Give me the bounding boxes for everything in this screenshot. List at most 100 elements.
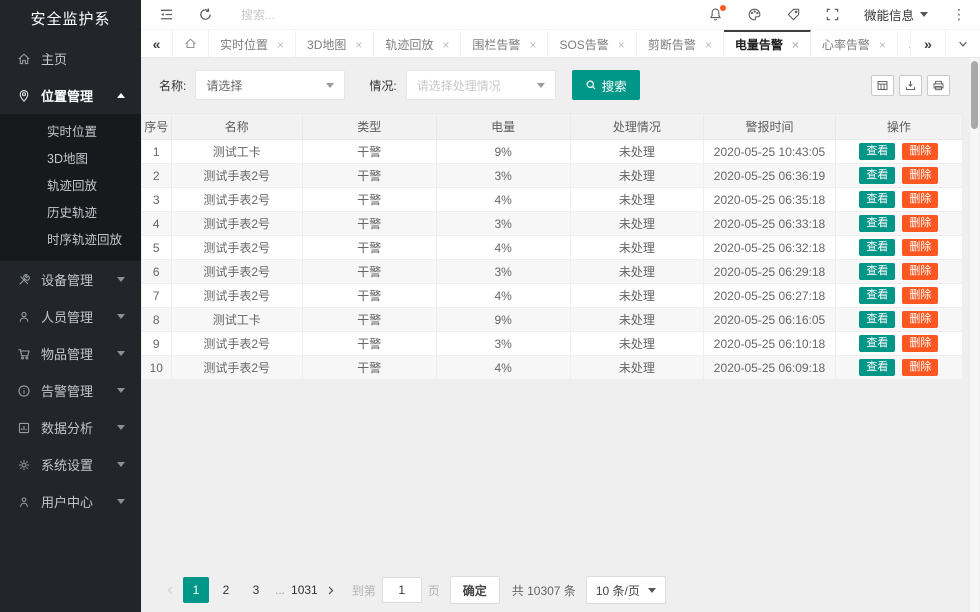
delete-button[interactable]: 删除	[902, 239, 938, 256]
delete-button[interactable]: 删除	[902, 215, 938, 232]
bell-icon[interactable]	[708, 7, 723, 22]
cell-actions: 查看删除	[835, 140, 962, 164]
fullscreen-icon[interactable]	[825, 7, 840, 22]
tab[interactable]: 围栏告警×	[461, 30, 548, 57]
delete-button[interactable]: 删除	[902, 263, 938, 280]
next-page-button[interactable]	[320, 577, 342, 603]
user-dropdown[interactable]: 微能信息	[864, 5, 928, 24]
gear-icon	[17, 458, 31, 472]
cell-battery: 9%	[436, 308, 570, 332]
close-icon[interactable]: ×	[277, 39, 284, 51]
sidebar-item-label: 主页	[41, 49, 125, 68]
confirm-button[interactable]: 确定	[450, 576, 500, 604]
delete-button[interactable]: 删除	[902, 191, 938, 208]
cell-name: 测试手表2号	[171, 212, 302, 236]
tabs-scroll-right-button[interactable]: »	[910, 30, 945, 57]
page-size-select[interactable]: 10 条/页	[586, 576, 666, 604]
prev-page-button[interactable]	[159, 577, 181, 603]
location-icon	[17, 89, 31, 103]
name-filter-value: 请选择	[206, 77, 242, 94]
sidebar-item-track-playback[interactable]: 轨迹回放	[0, 173, 141, 200]
close-icon[interactable]: ×	[879, 39, 886, 51]
sidebar-item-location-mgmt[interactable]: 位置管理	[0, 77, 141, 114]
sidebar-item-history-track[interactable]: 历史轨迹	[0, 200, 141, 227]
sidebar-item-device-mgmt[interactable]: 设备管理	[0, 261, 141, 298]
view-button[interactable]: 查看	[859, 311, 895, 328]
collapse-menu-icon[interactable]	[159, 7, 174, 22]
view-button[interactable]: 查看	[859, 191, 895, 208]
page-number-button[interactable]: 1031	[291, 577, 318, 603]
delete-button[interactable]: 删除	[902, 143, 938, 160]
more-icon[interactable]: ⋮	[952, 6, 966, 23]
jump-page-input[interactable]	[382, 577, 422, 603]
delete-button[interactable]: 删除	[902, 359, 938, 376]
tab[interactable]: 3D地图×	[296, 30, 374, 57]
view-button[interactable]: 查看	[859, 263, 895, 280]
sidebar-item-goods-mgmt[interactable]: 物品管理	[0, 335, 141, 372]
home-tab[interactable]	[173, 30, 209, 57]
view-button[interactable]: 查看	[859, 167, 895, 184]
print-icon[interactable]	[927, 75, 950, 96]
view-button[interactable]: 查看	[859, 215, 895, 232]
sidebar-item-user-center[interactable]: 用户中心	[0, 483, 141, 520]
cell-battery: 3%	[436, 212, 570, 236]
export-icon[interactable]	[899, 75, 922, 96]
sidebar-item-3d-map[interactable]: 3D地图	[0, 146, 141, 173]
cell-time: 2020-05-25 06:16:05	[704, 308, 835, 332]
pagination: 123...1031 到第 页 确定 共 10307 条 10 条/页	[159, 576, 666, 604]
tab[interactable]: 剪断告警×	[637, 30, 724, 57]
tab[interactable]: 心率图×	[898, 30, 910, 57]
close-icon[interactable]: ×	[442, 39, 449, 51]
search-button[interactable]: 搜索	[572, 70, 640, 100]
delete-button[interactable]: 删除	[902, 287, 938, 304]
tag-icon[interactable]	[786, 7, 801, 22]
name-filter-select[interactable]: 请选择	[195, 70, 345, 100]
sidebar-item-system-settings[interactable]: 系统设置	[0, 446, 141, 483]
view-button[interactable]: 查看	[859, 287, 895, 304]
chevron-down-icon	[117, 425, 125, 430]
refresh-icon[interactable]	[198, 7, 213, 22]
status-filter-select[interactable]: 请选择处理情况	[406, 70, 556, 100]
view-button[interactable]: 查看	[859, 239, 895, 256]
page-number-button[interactable]: 3	[243, 577, 269, 603]
sidebar-item-realtime-location[interactable]: 实时位置	[0, 119, 141, 146]
theme-icon[interactable]	[747, 7, 762, 22]
close-icon[interactable]: ×	[705, 39, 712, 51]
view-button[interactable]: 查看	[859, 143, 895, 160]
view-button[interactable]: 查看	[859, 359, 895, 376]
delete-button[interactable]: 删除	[902, 335, 938, 352]
sidebar-item-home[interactable]: 主页	[0, 40, 141, 77]
page-number-button[interactable]: 2	[213, 577, 239, 603]
scrollbar-thumb[interactable]	[971, 61, 978, 129]
sidebar-item-alarm-mgmt[interactable]: 告警管理	[0, 372, 141, 409]
delete-button[interactable]: 删除	[902, 311, 938, 328]
cell-actions: 查看删除	[835, 236, 962, 260]
vertical-scrollbar[interactable]	[970, 58, 979, 612]
search-input[interactable]	[241, 8, 391, 22]
close-icon[interactable]: ×	[529, 39, 536, 51]
close-icon[interactable]: ×	[792, 39, 799, 51]
tab[interactable]: 电量告警×	[724, 30, 811, 57]
filter-columns-icon[interactable]	[871, 75, 894, 96]
page-number-button[interactable]: 1	[183, 577, 209, 603]
sidebar-item-personnel-mgmt[interactable]: 人员管理	[0, 298, 141, 335]
sidebar-item-label: 物品管理	[41, 344, 117, 363]
tab[interactable]: 轨迹回放×	[374, 30, 461, 57]
search-button-label: 搜索	[602, 76, 627, 95]
close-icon[interactable]: ×	[355, 39, 362, 51]
tab[interactable]: 实时位置×	[209, 30, 296, 57]
cell-status: 未处理	[570, 164, 704, 188]
chevron-up-icon	[117, 93, 125, 98]
delete-button[interactable]: 删除	[902, 167, 938, 184]
chevron-down-icon	[117, 277, 125, 282]
sidebar-item-data-analysis[interactable]: 数据分析	[0, 409, 141, 446]
close-icon[interactable]: ×	[618, 39, 625, 51]
sidebar-item-timeseries-playback[interactable]: 时序轨迹回放	[0, 227, 141, 254]
total-count-label: 共 10307 条	[512, 582, 576, 599]
cell-name: 测试手表2号	[171, 260, 302, 284]
tab[interactable]: SOS告警×	[548, 30, 636, 57]
view-button[interactable]: 查看	[859, 335, 895, 352]
tabs-menu-button[interactable]	[945, 30, 980, 57]
tabs-scroll-left-button[interactable]: «	[141, 30, 173, 57]
tab[interactable]: 心率告警×	[811, 30, 898, 57]
